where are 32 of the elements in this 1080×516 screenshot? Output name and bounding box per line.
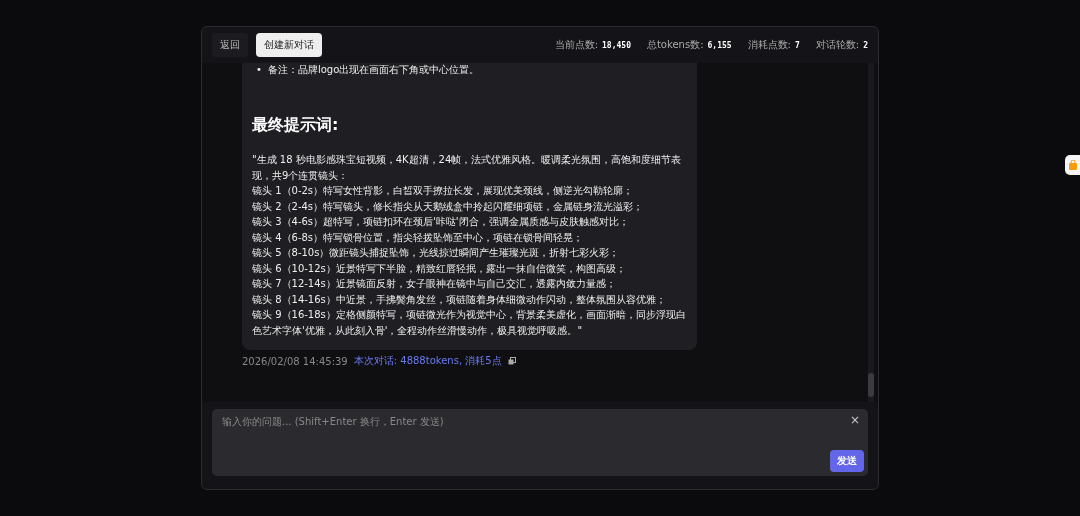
stat-value: 7 [794,40,800,50]
stat-value: 2 [863,40,868,50]
stat-value: 18,450 [602,40,631,50]
prompt-line: 镜头 8（14-16s）中近景，手拂鬓角发丝，项链随着身体细微动作闪动，整体氛围从容优雅； [252,292,667,307]
bullet-text: 备注：品牌logo出现在画面右下角或中心位置。 [267,63,480,77]
prompt-line: 镜头 4（6-8s）特写锁骨位置，指尖轻拨坠饰至中心，项链在锁骨间轻晃； [252,230,585,245]
scrollbar[interactable] [868,63,874,402]
stat-label: 当前点数: [554,38,599,52]
timestamp: 2026/02/08 14:45:39 [242,355,348,367]
new-chat-button[interactable]: 创建新对话 [256,33,322,57]
floating-widget[interactable] [1065,155,1080,175]
bag-icon [1068,160,1077,170]
prompt-line: 镜头 2（2-4s）特写镜头，修长指尖从天鹅绒盒中拎起闪耀细项链，金属链身流光溢彩； [252,199,645,214]
prompt-line: 镜头 9（16-18s）定格侧颜特写，项链微光作为视觉中心，背景柔美虚化，画面渐暗，同步浮现白色艺术字体'优雅，从此刻入骨'，全程动作丝滑慢动作，极具视觉呼吸感。" [252,308,687,338]
message-input[interactable]: 输入你的问题... (Shift+Enter 换行，Enter 发送) × 发送 [212,409,868,476]
back-button[interactable]: 返回 [212,33,248,57]
prompt-line: 镜头 7（12-14s）近景镜面反射，女子眼神在镜中与自己交汇，透露内敛力量感； [252,277,617,291]
prompt-line: 镜头 3（4-6s）超特写，项链扣环在颈后'咔哒'闭合，强调金属质感与皮肤触感对比； [252,215,630,229]
usage-text: 本次对话: 4888tokens, 消耗5点 [353,354,502,368]
stat-label: 对话轮数: [815,38,860,52]
copy-icon[interactable] [507,357,516,365]
prompt-line: "生成 18 秒电影感珠宝短视频，4K超清，24帧，法式优雅风格。暖调柔光氛围，高饱和度细节表现，共9个连贯镜头： [252,153,683,183]
bullet-marker: • [256,63,262,77]
send-button[interactable]: 发送 [830,450,864,472]
close-button[interactable]: × [847,413,862,427]
prompt-line: 镜头 6（10-12s）近景特写下半脸，精致红唇轻抿，露出一抹自信微笑，构图高级； [252,261,627,276]
stat-label: 总tokens数: [646,38,704,52]
stat-label: 消耗点数: [747,38,791,52]
prompt-line: 镜头 5（8-10s）微距镜头捕捉坠饰，光线掠过瞬间产生璀璨光斑，折射七彩火彩； [252,246,621,260]
stat-value: 6,155 [707,40,732,50]
section-heading: 最终提示词: [252,115,340,136]
prompt-line: 镜头 1（0-2s）特写女性背影，白皙双手撩拉长发，展现优美颈线，侧逆光勾勒轮廓； [252,184,635,198]
